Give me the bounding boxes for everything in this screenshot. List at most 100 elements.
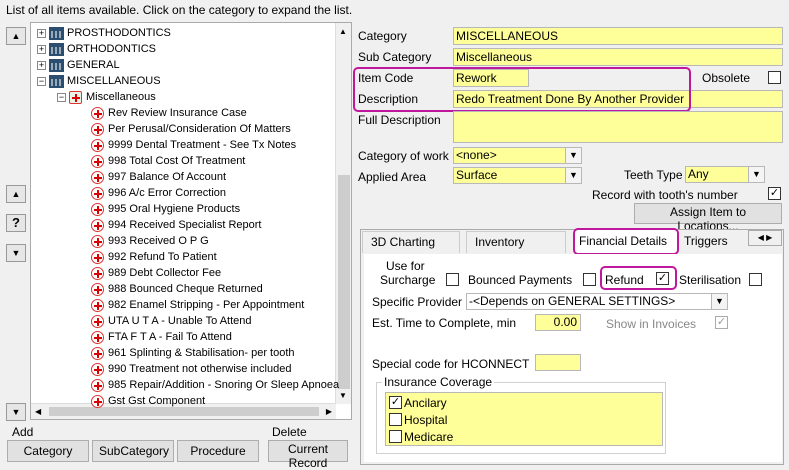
hconnect-field[interactable] [535,354,581,371]
delete-current-record-button[interactable]: Current Record [268,440,348,470]
subcategory-field[interactable]: Miscellaneous [453,48,783,66]
help-button[interactable]: ? [6,214,26,232]
building-icon [49,26,64,40]
header-hint: List of all items available. Click on th… [6,3,353,17]
est-time-field[interactable]: 0.00 [535,314,581,331]
scroll-thumb[interactable] [338,175,350,389]
tree-item-label: UTA U T A - Unable To Attend [108,315,252,327]
medicare-checkbox[interactable] [389,430,402,443]
tree-item[interactable]: 995 Oral Hygiene Products [91,201,240,217]
tree-item[interactable]: Per Perusal/Consideration Of Matters [91,121,291,137]
scroll-right-icon[interactable]: ▶ [326,407,332,416]
chevron-down-icon[interactable]: ▼ [565,168,581,183]
bounced-payments-label: Bounced Payments [468,273,573,287]
move-to-top-button[interactable]: ▲ [6,27,26,45]
tree-category-label: MISCELLANEOUS [67,75,161,87]
sterilisation-checkbox[interactable] [749,273,762,286]
tree-subcategory[interactable]: − Miscellaneous [57,89,156,105]
collapse-icon[interactable]: − [37,76,46,86]
tab-inventory[interactable]: Inventory [466,231,566,253]
tree-item[interactable]: 992 Refund To Patient [91,249,217,265]
red-cross-icon [91,250,104,264]
tab-triggers[interactable]: Triggers [684,231,748,253]
record-with-tooth-checkbox[interactable]: ✓ [768,187,781,200]
expand-icon[interactable]: + [37,28,46,38]
teeth-type-label: Teeth Type [624,168,683,182]
category-field[interactable]: MISCELLANEOUS [453,27,783,45]
tree-item[interactable]: 996 A/c Error Correction [91,185,226,201]
ancilary-checkbox[interactable]: ✓ [389,396,402,409]
add-category-button[interactable]: Category [7,440,89,462]
add-subcategory-button[interactable]: SubCategory [92,440,174,462]
sterilisation-label: Sterilisation [679,273,742,287]
red-cross-icon [91,394,104,408]
tree-item[interactable]: UTA U T A - Unable To Attend [91,313,252,329]
item-tree[interactable]: ▲ ▼ ◀ ▶ + PROSTHODONTICS + ORTHODONTICS + GEN… [30,22,352,420]
check-icon: ✓ [716,316,727,328]
tree-item[interactable]: 961 Splinting & Stabilisation- per tooth [91,345,295,361]
category-of-work-select[interactable]: <none> ▼ [453,147,582,164]
assign-item-to-locations-button[interactable]: Assign Item to Locations... [634,203,782,233]
obsolete-checkbox[interactable] [768,71,781,84]
tree-item[interactable]: 985 Repair/Addition - Snoring Or Sleep A… [91,377,339,393]
scroll-up-icon[interactable]: ▲ [339,27,347,36]
move-down-button[interactable]: ▼ [6,244,26,262]
check-icon: ✓ [390,396,401,408]
red-cross-icon [91,314,104,328]
category-label: Category [358,29,407,43]
tree-item[interactable]: 993 Received O P G [91,233,209,249]
bounced-payments-checkbox[interactable] [583,273,596,286]
ancilary-label: Ancilary [404,396,447,410]
tree-category[interactable]: + ORTHODONTICS [37,41,156,57]
tree-item-label: 982 Enamel Stripping - Per Appointment [108,299,305,311]
tree-item[interactable]: 990 Treatment not otherwise included [91,361,291,377]
tree-item-label: 961 Splinting & Stabilisation- per tooth [108,347,295,359]
hospital-checkbox[interactable] [389,413,402,426]
scroll-down-icon[interactable]: ▼ [339,391,347,400]
tree-item[interactable]: 989 Debt Collector Fee [91,265,221,281]
collapse-icon[interactable]: − [57,92,66,102]
red-cross-icon [91,330,104,344]
full-description-label: Full Description [358,113,441,127]
tree-item[interactable]: 997 Balance Of Account [91,169,226,185]
tab-right-icon[interactable]: ▶ [766,233,772,242]
scroll-left-icon[interactable]: ◀ [35,407,41,416]
expand-icon[interactable]: + [37,44,46,54]
expand-icon[interactable]: + [37,60,46,70]
tree-item-label: 988 Bounced Cheque Returned [108,283,263,295]
chevron-down-icon[interactable]: ▼ [748,167,764,182]
est-time-label: Est. Time to Complete, min [372,316,517,330]
tree-item[interactable]: 9999 Dental Treatment - See Tx Notes [91,137,296,153]
move-up-button[interactable]: ▲ [6,185,26,203]
tab-left-icon[interactable]: ◀ [758,233,764,242]
chevron-down-icon[interactable]: ▼ [565,148,581,163]
question-icon: ? [12,215,20,230]
tree-item[interactable]: 998 Total Cost Of Treatment [91,153,245,169]
applied-area-label: Applied Area [358,170,427,184]
tab-scroll-buttons[interactable]: ◀ ▶ [748,230,782,246]
tree-vertical-scrollbar[interactable]: ▲ ▼ [335,23,351,404]
tree-item[interactable]: 994 Received Specialist Report [91,217,261,233]
tab-3d-charting[interactable]: 3D Charting [362,231,460,253]
delete-label: Delete [272,425,307,439]
subcategory-icon [69,90,82,104]
insurance-coverage-list[interactable]: ✓ Ancilary Hospital Medicare [385,392,663,446]
tree-item[interactable]: FTA F T A - Fail To Attend [91,329,232,345]
applied-area-select[interactable]: Surface ▼ [453,167,582,184]
tree-category[interactable]: − MISCELLANEOUS [37,73,161,89]
specific-provider-value: -<Depends on GENERAL SETTINGS> [469,294,676,308]
full-description-field[interactable] [453,111,783,143]
specific-provider-select[interactable]: -<Depends on GENERAL SETTINGS> ▼ [466,293,728,310]
surcharge-checkbox[interactable] [446,273,459,286]
tree-item-label: 998 Total Cost Of Treatment [108,155,246,167]
teeth-type-select[interactable]: Any ▼ [685,166,765,183]
tree-category[interactable]: + GENERAL [37,57,120,73]
add-procedure-button[interactable]: Procedure [177,440,259,462]
tree-category[interactable]: + PROSTHODONTICS [37,25,171,41]
move-to-bottom-button[interactable]: ▼ [6,403,26,421]
tree-item[interactable]: 988 Bounced Cheque Returned [91,281,263,297]
chevron-down-icon[interactable]: ▼ [711,294,727,309]
tree-item[interactable]: 982 Enamel Stripping - Per Appointment [91,297,304,313]
tree-item[interactable]: Gst Gst Component [91,393,205,409]
tree-item[interactable]: Rev Review Insurance Case [91,105,247,121]
